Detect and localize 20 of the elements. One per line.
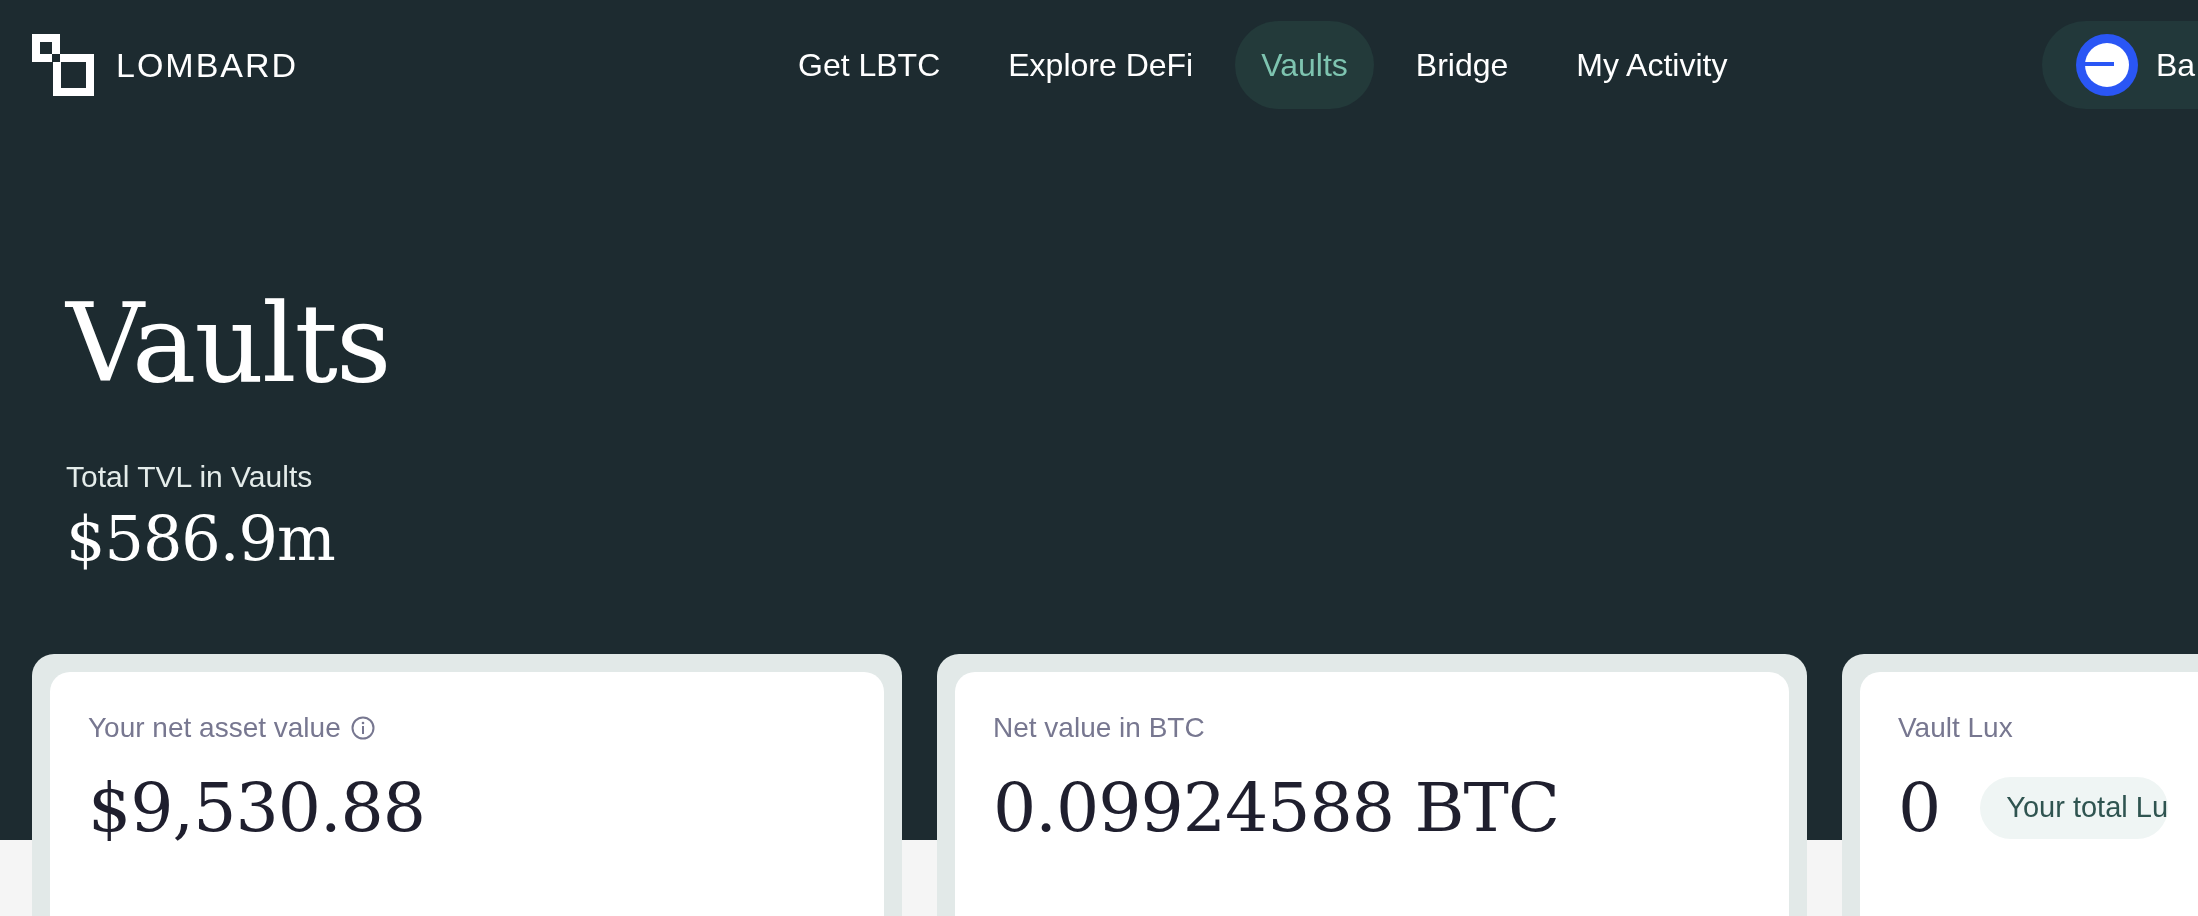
card-value: 0 xyxy=(1898,768,1941,847)
tvl-value: $586.9m xyxy=(66,502,336,575)
page-title: Vaults xyxy=(66,290,391,398)
card-label: Vault Lux xyxy=(1898,712,2013,744)
nav-tab[interactable]: Explore DeFi xyxy=(982,21,1220,109)
card-value: $9,530.88 xyxy=(88,768,426,847)
lux-badge: Your total Lu xyxy=(1980,776,2169,839)
card-label: Net value in BTC xyxy=(993,712,1205,744)
logo-icon xyxy=(32,34,94,96)
card-label: Your net asset value xyxy=(88,712,341,744)
nav-tab[interactable]: Get LBTC xyxy=(772,21,967,109)
card-value: 0.09924588 BTC xyxy=(993,768,1559,847)
logo-text: LOMBARD xyxy=(116,45,299,85)
wallet-button[interactable]: Ba xyxy=(2042,21,2198,109)
nav-tab[interactable]: My Activity xyxy=(1550,21,1754,109)
nav-tab[interactable]: Vaults xyxy=(1235,21,1374,109)
wallet-avatar-icon xyxy=(2076,34,2138,96)
tvl-label: Total TVL in Vaults xyxy=(66,460,314,494)
nav-tab[interactable]: Bridge xyxy=(1389,21,1535,109)
info-icon[interactable] xyxy=(350,716,375,740)
